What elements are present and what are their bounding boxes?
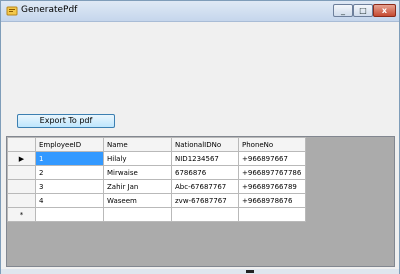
new-row-asterisk-icon: *	[19, 210, 24, 219]
app-icon	[6, 6, 18, 16]
new-cell-phoneno[interactable]	[238, 207, 306, 222]
header-row: EmployeeID Name NationalIDNo PhoneNo	[7, 137, 306, 152]
export-to-pdf-button[interactable]: Export To pdf	[17, 114, 115, 128]
row-header[interactable]: *	[7, 207, 36, 222]
cell-phoneno[interactable]: +966897667	[238, 151, 306, 166]
row-header[interactable]	[7, 193, 36, 208]
cell-nationalidno[interactable]: NID1234567	[171, 151, 239, 166]
window-title: GeneratePdf	[21, 5, 78, 15]
row-header[interactable]	[7, 179, 36, 194]
cell-phoneno[interactable]: +9668978676	[238, 193, 306, 208]
new-cell-employeeid[interactable]	[35, 207, 104, 222]
table-row[interactable]: ▶ 1 Hilaly NID1234567 +966897667	[7, 151, 306, 166]
cell-employeeid[interactable]: 3	[35, 179, 104, 194]
top-left-corner-cell[interactable]	[7, 137, 36, 152]
row-header[interactable]	[7, 165, 36, 180]
column-header-nationalidno[interactable]: NationalIDNo	[171, 137, 239, 152]
new-cell-nationalidno[interactable]	[171, 207, 239, 222]
cell-name[interactable]: Mirwaise	[103, 165, 172, 180]
grid-table: EmployeeID Name NationalIDNo PhoneNo ▶ 1…	[7, 137, 306, 222]
app-window: GeneratePdf _ □ x Export To pdf Employee…	[0, 0, 400, 274]
bottom-edge	[1, 269, 399, 274]
new-row[interactable]: *	[7, 207, 306, 222]
maximize-button[interactable]: □	[353, 4, 373, 17]
cell-nationalidno[interactable]: zvw-67687767	[171, 193, 239, 208]
table-row[interactable]: 4 Waseem zvw-67687767 +9668978676	[7, 193, 306, 208]
current-row-arrow-icon: ▶	[18, 154, 25, 163]
table-row[interactable]: 3 Zahir Jan Abc-67687767 +96689766789	[7, 179, 306, 194]
resize-grip[interactable]	[246, 270, 254, 273]
cell-nationalidno[interactable]: 6786876	[171, 165, 239, 180]
new-cell-name[interactable]	[103, 207, 172, 222]
employee-data-grid[interactable]: EmployeeID Name NationalIDNo PhoneNo ▶ 1…	[6, 136, 395, 267]
column-header-employeeid[interactable]: EmployeeID	[35, 137, 104, 152]
cell-name[interactable]: Hilaly	[103, 151, 172, 166]
column-header-name[interactable]: Name	[103, 137, 172, 152]
minimize-icon: _	[341, 6, 345, 15]
minimize-button[interactable]: _	[333, 4, 353, 17]
close-icon: x	[381, 6, 388, 15]
row-header[interactable]: ▶	[7, 151, 36, 166]
cell-nationalidno[interactable]: Abc-67687767	[171, 179, 239, 194]
column-header-phoneno[interactable]: PhoneNo	[238, 137, 306, 152]
cell-employeeid[interactable]: 4	[35, 193, 104, 208]
cell-employeeid[interactable]: 2	[35, 165, 104, 180]
close-button[interactable]: x	[373, 4, 396, 17]
maximize-icon: □	[359, 6, 367, 15]
title-bar[interactable]: GeneratePdf _ □ x	[1, 1, 399, 22]
cell-employeeid[interactable]: 1	[35, 151, 104, 166]
table-row[interactable]: 2 Mirwaise 6786876 +966897767786	[7, 165, 306, 180]
cell-phoneno[interactable]: +96689766789	[238, 179, 306, 194]
cell-name[interactable]: Zahir Jan	[103, 179, 172, 194]
cell-name[interactable]: Waseem	[103, 193, 172, 208]
cell-phoneno[interactable]: +966897767786	[238, 165, 306, 180]
